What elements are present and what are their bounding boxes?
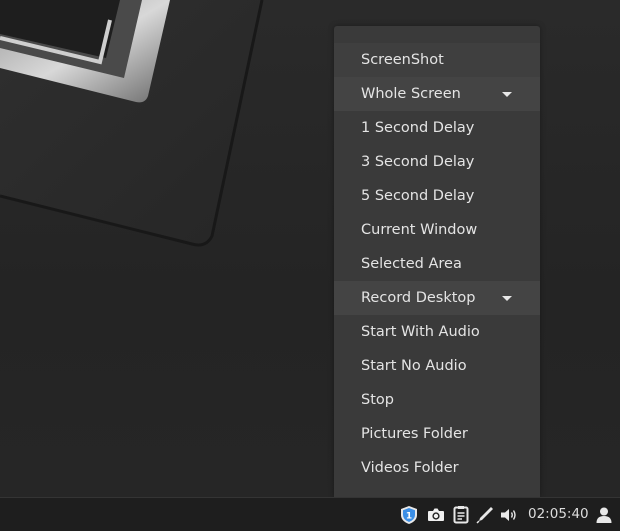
menu-item-1-second-delay[interactable]: 1 Second Delay	[334, 111, 540, 145]
desktop: ScreenShot Whole Screen 1 Second Delay 3…	[0, 0, 620, 497]
menu-item-label: 5 Second Delay	[361, 188, 475, 204]
chevron-down-icon	[502, 296, 512, 301]
menu-section-whole-screen[interactable]: Whole Screen	[334, 77, 540, 111]
taskbar: 1 02:05:40	[0, 497, 620, 531]
clipboard-icon[interactable]	[451, 505, 471, 525]
menu-item-label: ScreenShot	[361, 52, 444, 68]
menu-item-start-no-audio[interactable]: Start No Audio	[334, 349, 540, 383]
chevron-down-icon	[502, 92, 512, 97]
menu-item-label: Start No Audio	[361, 358, 467, 374]
pen-icon[interactable]	[475, 505, 495, 525]
menu-item-label: 1 Second Delay	[361, 120, 475, 136]
menu-item-pictures-folder[interactable]: Pictures Folder	[334, 417, 540, 451]
menu-item-label: Videos Folder	[361, 460, 459, 476]
menu-item-label: Stop	[361, 392, 394, 408]
screenshot-menu: ScreenShot Whole Screen 1 Second Delay 3…	[334, 26, 540, 497]
volume-icon[interactable]	[499, 505, 519, 525]
menu-item-label: Record Desktop	[361, 290, 476, 306]
menu-title-screenshot[interactable]: ScreenShot	[334, 43, 540, 77]
menu-item-label: Selected Area	[361, 256, 462, 272]
svg-text:1: 1	[406, 512, 412, 522]
menu-item-label: Current Window	[361, 222, 478, 238]
menu-item-stop[interactable]: Stop	[334, 383, 540, 417]
user-icon[interactable]	[594, 505, 614, 525]
menu-item-label: Pictures Folder	[361, 426, 468, 442]
menu-item-selected-area[interactable]: Selected Area	[334, 247, 540, 281]
menu-item-5-second-delay[interactable]: 5 Second Delay	[334, 179, 540, 213]
menu-item-label: Whole Screen	[361, 86, 461, 102]
menu-item-videos-folder[interactable]: Videos Folder	[334, 451, 540, 485]
clock[interactable]: 02:05:40	[528, 498, 589, 531]
menu-item-current-window[interactable]: Current Window	[334, 213, 540, 247]
menu-item-label: 3 Second Delay	[361, 154, 475, 170]
menu-section-record-desktop[interactable]: Record Desktop	[334, 281, 540, 315]
camera-icon[interactable]	[426, 505, 446, 525]
shield-update-icon[interactable]: 1	[399, 505, 419, 525]
menu-item-label: Start With Audio	[361, 324, 480, 340]
menu-item-3-second-delay[interactable]: 3 Second Delay	[334, 145, 540, 179]
menu-item-start-with-audio[interactable]: Start With Audio	[334, 315, 540, 349]
